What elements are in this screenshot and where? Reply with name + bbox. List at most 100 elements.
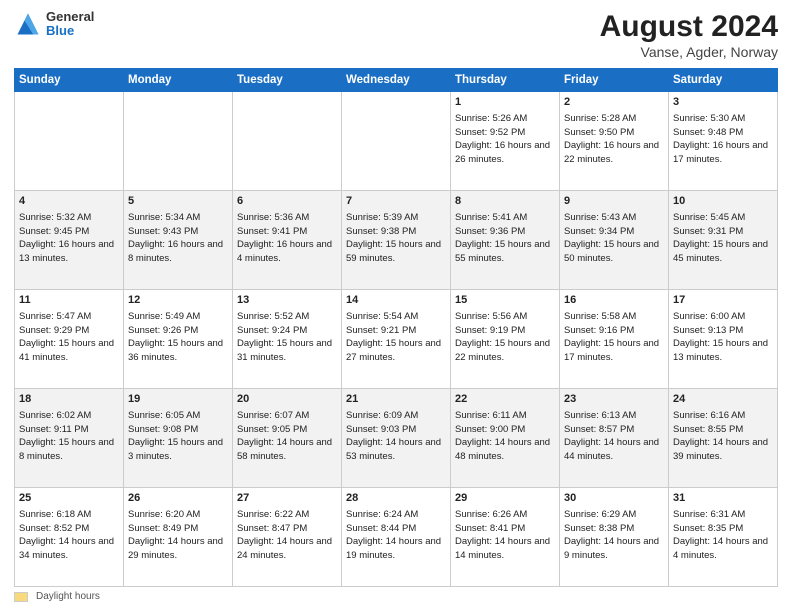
daylight: Daylight: 15 hours and 59 minutes. [346, 239, 441, 264]
week-row-4: 18Sunrise: 6:02 AMSunset: 9:11 PMDayligh… [15, 389, 778, 488]
logo-line1: General [46, 10, 94, 24]
sunset: Sunset: 9:36 PM [455, 226, 525, 237]
daylight: Daylight: 15 hours and 31 minutes. [237, 338, 332, 363]
daylight: Daylight: 16 hours and 22 minutes. [564, 140, 659, 165]
sunset: Sunset: 9:34 PM [564, 226, 634, 237]
cell-w5-d5: 29Sunrise: 6:26 AMSunset: 8:41 PMDayligh… [451, 488, 560, 587]
daylight: Daylight: 14 hours and 48 minutes. [455, 437, 550, 462]
cell-w1-d1 [15, 92, 124, 191]
daylight: Daylight: 14 hours and 34 minutes. [19, 536, 114, 561]
header: General Blue August 2024 Vanse, Agder, N… [14, 10, 778, 60]
cell-w5-d6: 30Sunrise: 6:29 AMSunset: 8:38 PMDayligh… [560, 488, 669, 587]
sunset: Sunset: 9:50 PM [564, 127, 634, 138]
daylight: Daylight: 15 hours and 55 minutes. [455, 239, 550, 264]
day-number: 8 [455, 194, 555, 210]
daylight: Daylight: 15 hours and 45 minutes. [673, 239, 768, 264]
sunset: Sunset: 8:35 PM [673, 523, 743, 534]
sunrise: Sunrise: 5:32 AM [19, 212, 91, 223]
sunrise: Sunrise: 5:41 AM [455, 212, 527, 223]
cell-w4-d6: 23Sunrise: 6:13 AMSunset: 8:57 PMDayligh… [560, 389, 669, 488]
sunset: Sunset: 9:31 PM [673, 226, 743, 237]
sunrise: Sunrise: 6:31 AM [673, 509, 745, 520]
sunrise: Sunrise: 6:29 AM [564, 509, 636, 520]
daylight: Daylight: 14 hours and 39 minutes. [673, 437, 768, 462]
sunrise: Sunrise: 5:54 AM [346, 311, 418, 322]
sunset: Sunset: 9:52 PM [455, 127, 525, 138]
week-row-5: 25Sunrise: 6:18 AMSunset: 8:52 PMDayligh… [15, 488, 778, 587]
cell-w2-d7: 10Sunrise: 5:45 AMSunset: 9:31 PMDayligh… [669, 191, 778, 290]
daylight: Daylight: 15 hours and 22 minutes. [455, 338, 550, 363]
sunset: Sunset: 9:21 PM [346, 325, 416, 336]
calendar-table: SundayMondayTuesdayWednesdayThursdayFrid… [14, 68, 778, 587]
sunset: Sunset: 8:49 PM [128, 523, 198, 534]
cell-w1-d2 [124, 92, 233, 191]
day-number: 2 [564, 95, 664, 111]
sunrise: Sunrise: 6:13 AM [564, 410, 636, 421]
day-number: 25 [19, 491, 119, 507]
sunset: Sunset: 8:55 PM [673, 424, 743, 435]
col-header-monday: Monday [124, 69, 233, 92]
sunrise: Sunrise: 5:30 AM [673, 113, 745, 124]
cell-w4-d2: 19Sunrise: 6:05 AMSunset: 9:08 PMDayligh… [124, 389, 233, 488]
logo-line2: Blue [46, 24, 94, 38]
day-number: 5 [128, 194, 228, 210]
day-number: 29 [455, 491, 555, 507]
sunrise: Sunrise: 5:34 AM [128, 212, 200, 223]
sunrise: Sunrise: 6:02 AM [19, 410, 91, 421]
sunrise: Sunrise: 6:24 AM [346, 509, 418, 520]
day-number: 7 [346, 194, 446, 210]
cell-w3-d2: 12Sunrise: 5:49 AMSunset: 9:26 PMDayligh… [124, 290, 233, 389]
week-row-3: 11 Sunrise: 5:47 AM Sunset: 9:29 PM Dayligh… [15, 290, 778, 389]
sunrise: Sunrise: 6:09 AM [346, 410, 418, 421]
day-number: 20 [237, 392, 337, 408]
cell-w3-d7: 17Sunrise: 6:00 AMSunset: 9:13 PMDayligh… [669, 290, 778, 389]
day-number: 24 [673, 392, 773, 408]
sunrise: Sunrise: 5:28 AM [564, 113, 636, 124]
day-number: 19 [128, 392, 228, 408]
day-number: 18 [19, 392, 119, 408]
day-number: 9 [564, 194, 664, 210]
day-number: 15 [455, 293, 555, 309]
sunrise: Sunrise: 6:07 AM [237, 410, 309, 421]
daylight-legend-box [14, 592, 28, 602]
day-number: 11 [19, 293, 119, 309]
day-number: 21 [346, 392, 446, 408]
daylight: Daylight: 15 hours and 17 minutes. [564, 338, 659, 363]
daylight: Daylight: 15 hours and 13 minutes. [673, 338, 768, 363]
sunrise: Sunrise: 5:26 AM [455, 113, 527, 124]
daylight: Daylight: 15 hours and 36 minutes. [128, 338, 223, 363]
day-number: 30 [564, 491, 664, 507]
sunset: Sunset: 8:41 PM [455, 523, 525, 534]
cell-w3-d6: 16Sunrise: 5:58 AMSunset: 9:16 PMDayligh… [560, 290, 669, 389]
sunset: Sunset: 8:57 PM [564, 424, 634, 435]
day-number: 1 [455, 95, 555, 111]
sunset: Sunset: 9:38 PM [346, 226, 416, 237]
daylight: Daylight: 15 hours and 3 minutes. [128, 437, 223, 462]
week-row-2: 4Sunrise: 5:32 AMSunset: 9:45 PMDaylight… [15, 191, 778, 290]
day-number: 22 [455, 392, 555, 408]
sunset: Sunset: 9:13 PM [673, 325, 743, 336]
sunset: Sunset: 9:29 PM [19, 325, 89, 336]
day-number: 23 [564, 392, 664, 408]
sunset: Sunset: 9:19 PM [455, 325, 525, 336]
sunrise: Sunrise: 5:47 AM [19, 311, 91, 322]
day-number: 12 [128, 293, 228, 309]
day-number: 27 [237, 491, 337, 507]
daylight: Daylight: 15 hours and 8 minutes. [19, 437, 114, 462]
cell-w3-d1: 11Sunrise: 5:47 AMSunset: 9:29 PMDayligh… [15, 290, 124, 389]
logo-icon [14, 10, 42, 38]
sunset: Sunset: 9:03 PM [346, 424, 416, 435]
header-row: SundayMondayTuesdayWednesdayThursdayFrid… [15, 69, 778, 92]
cell-w2-d2: 5Sunrise: 5:34 AMSunset: 9:43 PMDaylight… [124, 191, 233, 290]
sunrise: Sunrise: 6:26 AM [455, 509, 527, 520]
day-number: 16 [564, 293, 664, 309]
sunrise: Sunrise: 5:39 AM [346, 212, 418, 223]
cell-w5-d2: 26Sunrise: 6:20 AMSunset: 8:49 PMDayligh… [124, 488, 233, 587]
cell-w1-d3 [233, 92, 342, 191]
sunrise: Sunrise: 6:11 AM [455, 410, 527, 421]
cell-w4-d1: 18Sunrise: 6:02 AMSunset: 9:11 PMDayligh… [15, 389, 124, 488]
day-number: 4 [19, 194, 119, 210]
col-header-tuesday: Tuesday [233, 69, 342, 92]
cell-w4-d3: 20Sunrise: 6:07 AMSunset: 9:05 PMDayligh… [233, 389, 342, 488]
day-number: 10 [673, 194, 773, 210]
